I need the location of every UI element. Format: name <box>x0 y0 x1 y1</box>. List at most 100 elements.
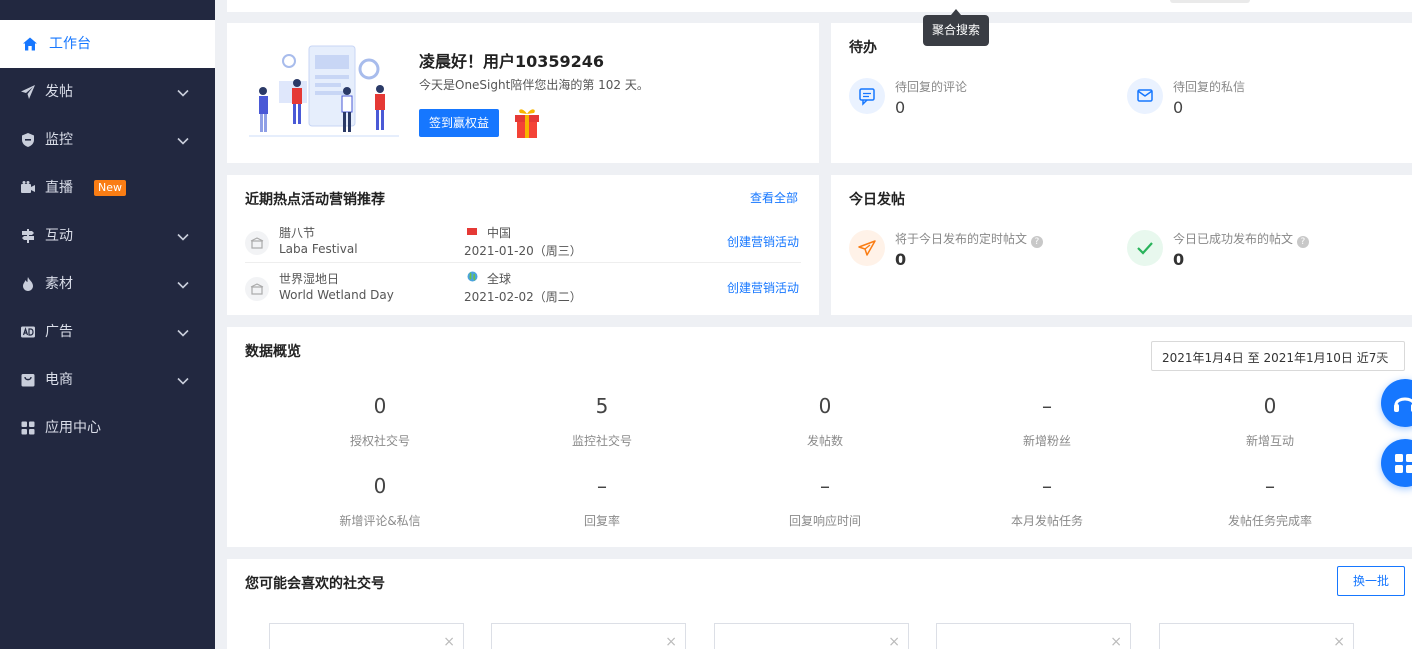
event-region: 中国 <box>487 226 512 240</box>
create-campaign-link[interactable]: 创建营销活动 <box>727 233 799 250</box>
stat-label: 新增粉丝 <box>1022 434 1071 448</box>
scheduled-posts-text: 将于今日发布的定时帖文 <box>895 232 1028 246</box>
refresh-button[interactable]: 换一批 <box>1337 566 1405 596</box>
close-icon[interactable]: × <box>1110 634 1122 649</box>
suggested-account-card[interactable]: × <box>936 623 1131 649</box>
scheduled-posts-value[interactable]: 0 <box>895 250 906 269</box>
stat-label: 新增互动 <box>1245 434 1294 448</box>
globe-icon <box>467 271 478 282</box>
stat-value: 0 <box>1263 394 1277 418</box>
scheduled-posts-label: 将于今日发布的定时帖文 ? <box>895 230 1043 248</box>
shopping-bag-icon <box>21 374 35 387</box>
sidebar: 工作台 发帖 监控 直播 New 互动 素材 广告 电商 应用中心 <box>0 0 215 649</box>
new-badge: New <box>94 180 126 196</box>
sidebar-item-label: 监控 <box>45 132 73 148</box>
shield-icon <box>22 133 34 147</box>
close-icon[interactable]: × <box>1333 634 1345 649</box>
stat-label: 回复响应时间 <box>788 514 861 528</box>
stat-label: 发帖任务完成率 <box>1227 514 1312 528</box>
sidebar-item-app-center[interactable]: 应用中心 <box>0 404 215 452</box>
suggested-account-card[interactable]: × <box>491 623 686 649</box>
todo-title: 待办 <box>849 40 877 56</box>
home-icon <box>23 37 37 51</box>
pending-messages-value[interactable]: 0 <box>1173 98 1183 117</box>
today-posts-card: 今日发帖 将于今日发布的定时帖文 ? 0 今日已成功发布的帖文 ? 0 <box>831 175 1412 315</box>
event-row: 腊八节 Laba Festival 中国 2021-01-20（周三） 创建营销… <box>245 221 801 263</box>
suggested-account-card[interactable]: × <box>1159 623 1354 649</box>
help-icon[interactable]: ? <box>1296 236 1309 248</box>
apps-float-button[interactable] <box>1381 439 1412 487</box>
event-name-cn: 世界湿地日 <box>279 272 340 286</box>
sidebar-item-label: 电商 <box>45 372 73 388</box>
apps-grid-icon <box>21 421 35 435</box>
stat-value: – <box>1042 394 1052 418</box>
sidebar-item-live[interactable]: 直播 New <box>0 164 215 212</box>
sidebar-item-label: 工作台 <box>49 36 91 52</box>
sidebar-item-monitor[interactable]: 监控 <box>0 116 215 164</box>
event-region: 全球 <box>487 272 512 286</box>
mail-icon <box>1127 78 1163 114</box>
scheduled-post-icon <box>849 230 885 266</box>
published-posts-value[interactable]: 0 <box>1173 250 1184 269</box>
stat-label: 回复率 <box>583 514 620 528</box>
close-icon[interactable]: × <box>443 634 455 649</box>
date-range-picker[interactable]: 2021年1月4日 至 2021年1月10日 近7天 <box>1151 341 1405 371</box>
event-date: 2021-02-02（周二） <box>464 290 582 304</box>
sidebar-item-label: 互动 <box>45 228 73 244</box>
create-campaign-link[interactable]: 创建营销活动 <box>727 279 799 296</box>
chevron-down-icon <box>177 89 189 97</box>
greeting-title: 凌晨好！用户10359246 <box>419 52 605 71</box>
stat-value: 0 <box>373 474 387 498</box>
video-camera-icon <box>21 181 35 193</box>
help-icon[interactable]: ? <box>1030 236 1043 248</box>
sidebar-item-label: 广告 <box>45 324 73 340</box>
suggested-account-card[interactable]: × <box>714 623 909 649</box>
headset-icon <box>1394 397 1412 412</box>
close-icon[interactable]: × <box>888 634 900 649</box>
china-flag-icon <box>467 228 477 235</box>
apps-grid-icon <box>1395 454 1412 473</box>
event-name-cn: 腊八节 <box>279 226 316 240</box>
sidebar-item-interaction[interactable]: 互动 <box>0 212 215 260</box>
ad-icon <box>21 326 35 338</box>
customer-service-button[interactable] <box>1381 379 1412 427</box>
sidebar-item-post[interactable]: 发帖 <box>0 68 215 116</box>
today-posts-title: 今日发帖 <box>849 192 905 208</box>
view-all-link[interactable]: 查看全部 <box>750 189 798 206</box>
stat-value: – <box>1265 474 1275 498</box>
stat-value: 5 <box>595 394 609 418</box>
flame-icon <box>23 277 33 291</box>
stat-value: 0 <box>373 394 387 418</box>
stat-value: – <box>1042 474 1052 498</box>
published-posts-text: 今日已成功发布的帖文 <box>1173 232 1294 246</box>
stat-label: 新增评论&私信 <box>339 514 421 528</box>
suggested-account-card[interactable]: × <box>269 623 464 649</box>
sidebar-item-ads[interactable]: 广告 <box>0 308 215 356</box>
search-tooltip: 聚合搜索 <box>923 15 990 46</box>
stat-value: 0 <box>818 394 832 418</box>
sidebar-item-assets[interactable]: 素材 <box>0 260 215 308</box>
pending-comments-label: 待回复的评论 <box>895 80 968 94</box>
comment-icon <box>849 78 885 114</box>
signpost-icon <box>22 229 34 243</box>
pending-comments-value[interactable]: 0 <box>895 98 905 117</box>
events-title: 近期热点活动营销推荐 <box>245 192 385 208</box>
chevron-down-icon <box>177 377 189 385</box>
signin-button[interactable]: 签到赢权益 <box>419 109 499 137</box>
team-illustration <box>249 45 399 137</box>
sidebar-item-label: 直播 <box>45 180 73 196</box>
stat-value: – <box>820 474 830 498</box>
sidebar-item-label: 发帖 <box>45 84 73 100</box>
overview-title: 数据概览 <box>245 344 301 360</box>
sidebar-item-workbench[interactable]: 工作台 <box>0 20 215 68</box>
event-name-en: Laba Festival <box>279 242 358 256</box>
stat-label: 发帖数 <box>806 434 843 448</box>
sidebar-item-ecommerce[interactable]: 电商 <box>0 356 215 404</box>
avatar[interactable] <box>1170 0 1250 3</box>
gift-icon[interactable] <box>513 107 541 139</box>
chevron-down-icon <box>177 329 189 337</box>
chevron-down-icon <box>1376 354 1386 360</box>
close-icon[interactable]: × <box>665 634 677 649</box>
stat-value: – <box>597 474 607 498</box>
sidebar-item-label: 素材 <box>45 276 73 292</box>
